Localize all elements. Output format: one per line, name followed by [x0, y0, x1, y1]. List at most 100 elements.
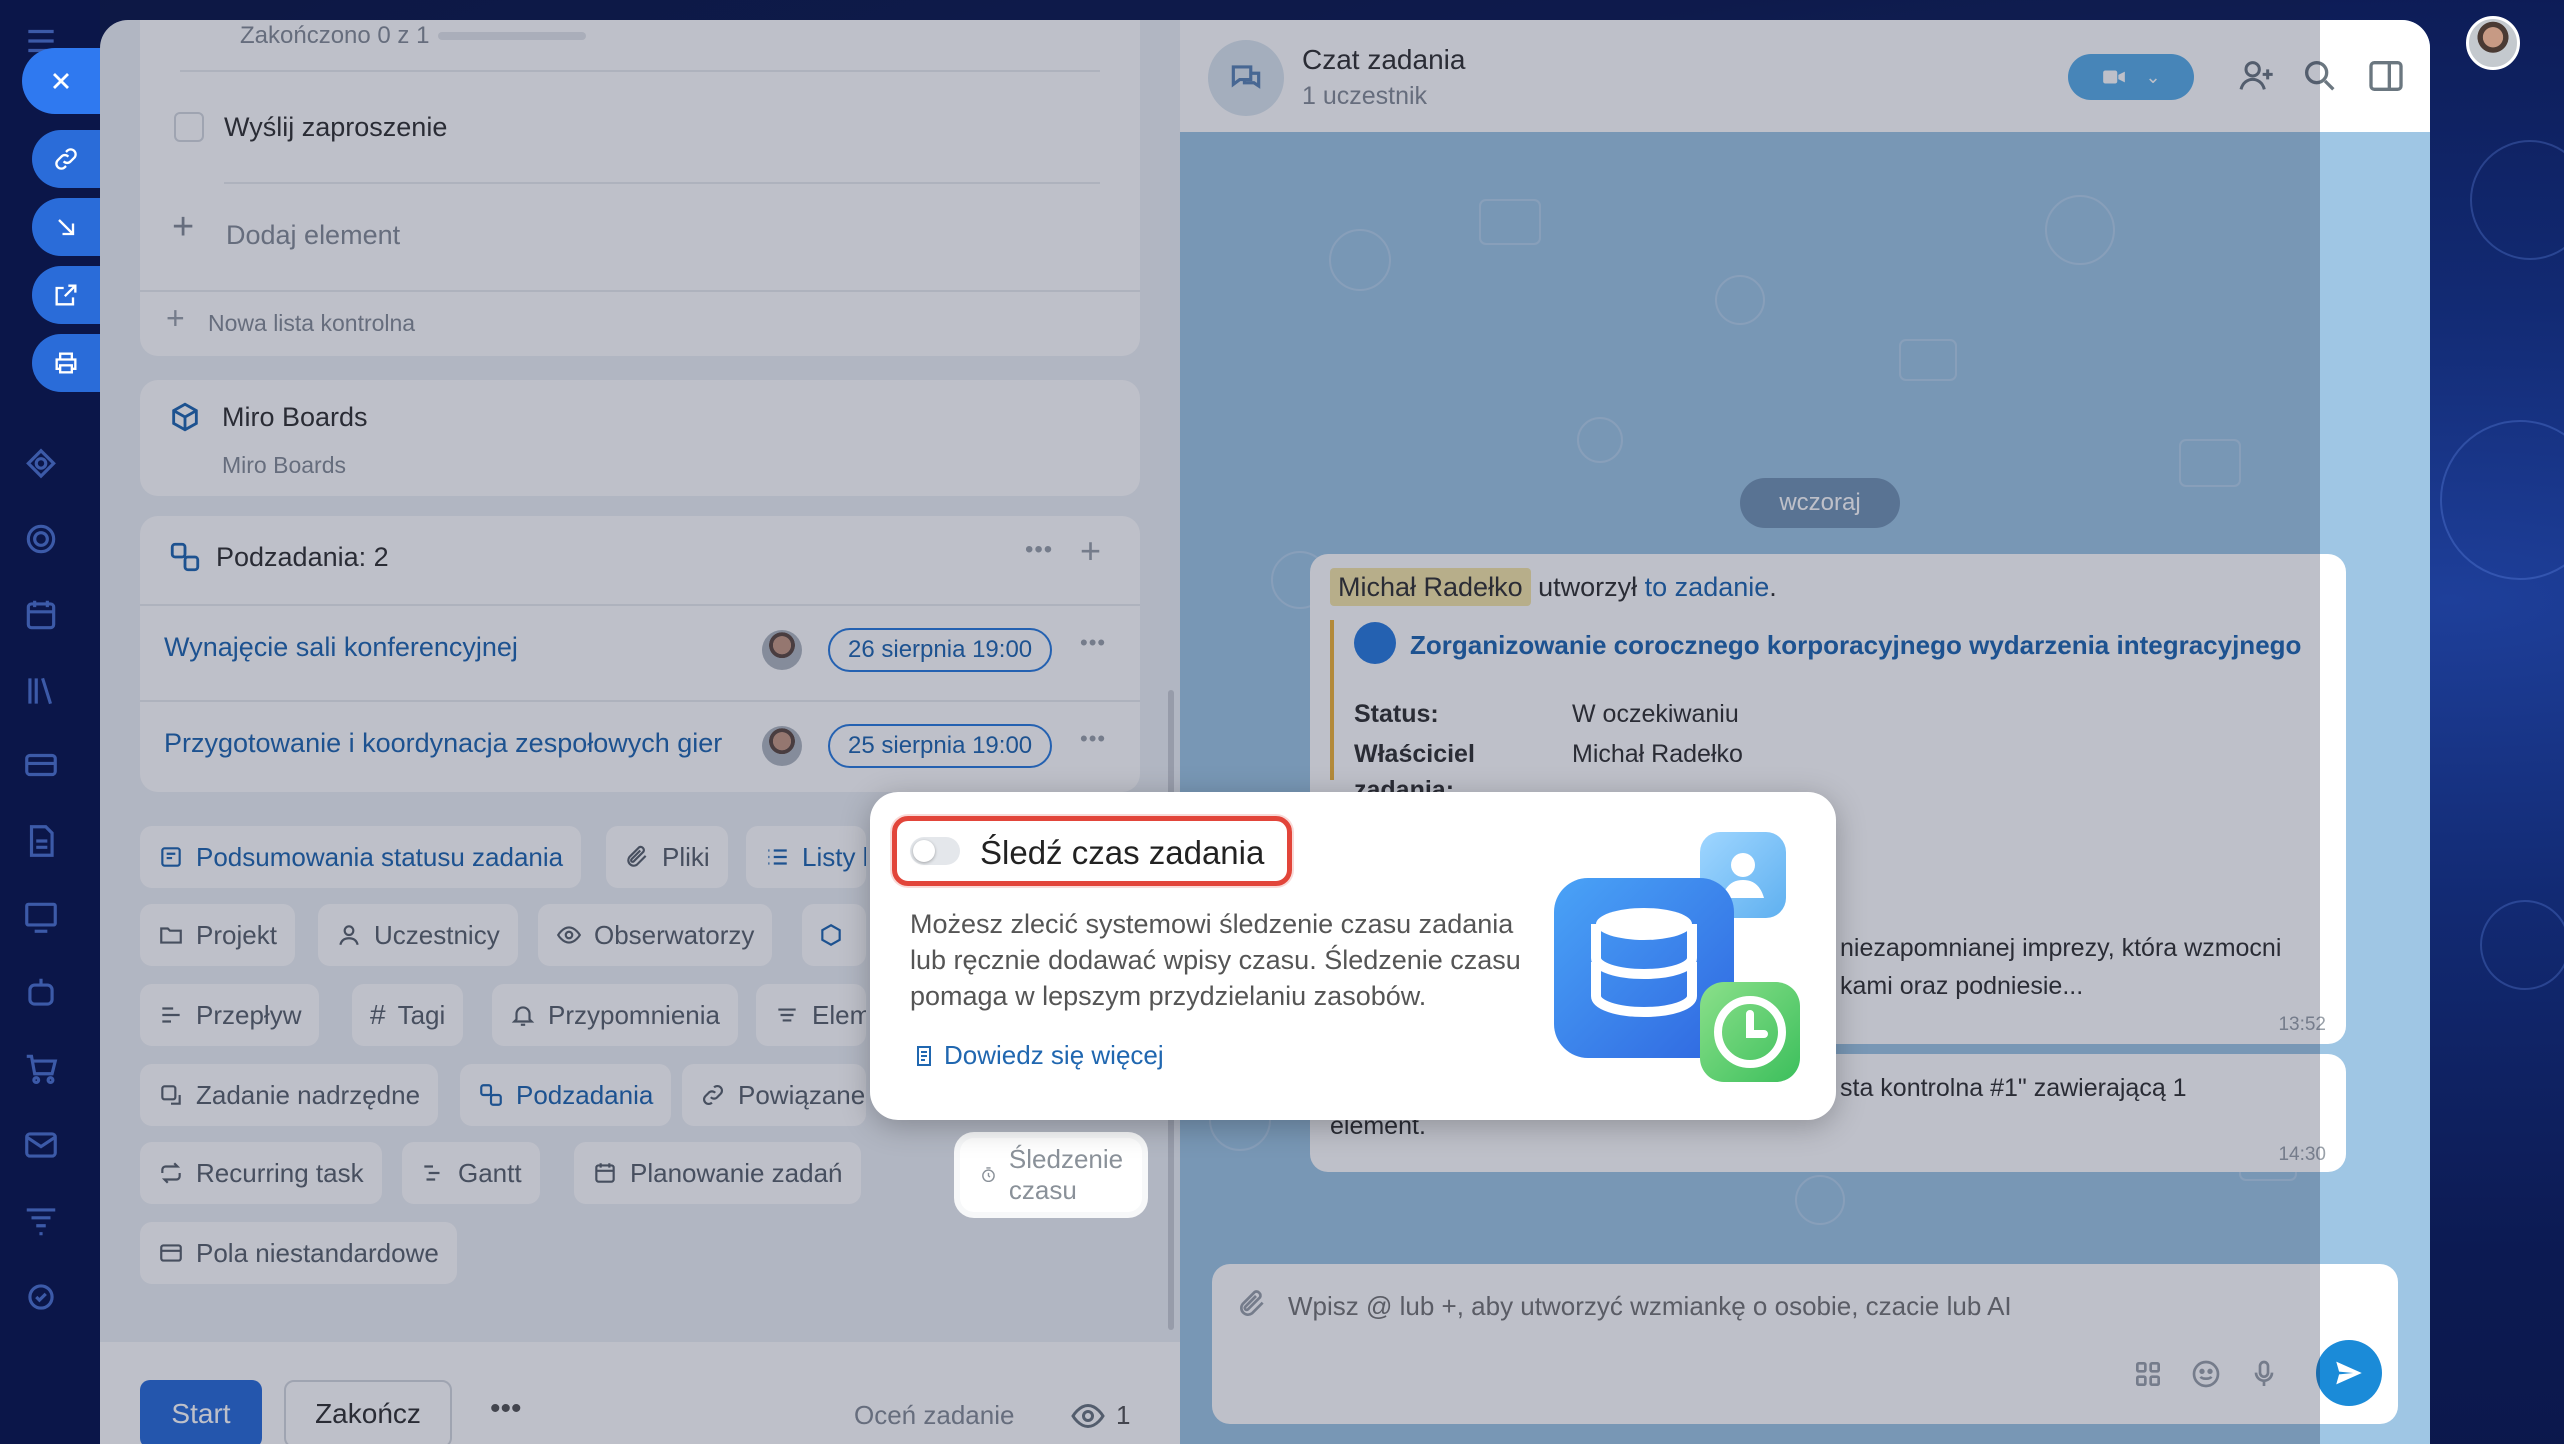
chat-participants-count[interactable]: 1 uczestnik — [1302, 82, 1427, 111]
chip-time-tracking[interactable]: Śledzenie czasu — [960, 1138, 1142, 1212]
popup-description: Możesz zlecić systemowi śledzenie czasu … — [910, 909, 1521, 1011]
owner-label: Właściciel — [1354, 740, 1475, 768]
subtasks-card: Podzadania: 2 ••• + Wynajęcie sali konfe… — [140, 516, 1140, 792]
sidebar-toggle-icon[interactable] — [2366, 56, 2406, 96]
calendar-icon[interactable] — [22, 596, 60, 634]
chip-observers[interactable]: Obserwatorzy — [538, 904, 773, 966]
subtask-link[interactable]: Wynajęcie sali konferencyjnej — [164, 632, 518, 663]
open-new-window-button[interactable] — [32, 266, 100, 324]
chip-parent-task[interactable]: Zadanie nadrzędne — [140, 1064, 439, 1126]
add-user-icon[interactable] — [2236, 56, 2276, 96]
library-icon[interactable] — [22, 672, 60, 710]
copy-link-button[interactable] — [32, 130, 100, 188]
chip-checklists[interactable]: Listy k — [746, 826, 866, 888]
microphone-icon[interactable] — [2248, 1358, 2280, 1390]
cart-icon[interactable] — [22, 1050, 60, 1088]
time-tracking-illustration — [1554, 832, 1800, 1082]
add-checklist-item-button[interactable]: Dodaj element — [226, 220, 400, 251]
board-icon[interactable] — [22, 898, 60, 936]
chip-custom-fields[interactable]: Pola niestandardowe — [140, 1222, 457, 1284]
checklist-progress-bar — [438, 32, 586, 40]
apps-grid-icon[interactable] — [2132, 1358, 2164, 1390]
subtask-more-button[interactable]: ••• — [1080, 630, 1106, 656]
message-input[interactable] — [1288, 1286, 2348, 1326]
chip-reminders[interactable]: Przypomnienia — [492, 984, 738, 1046]
robot-icon[interactable] — [22, 974, 60, 1012]
paperclip-icon[interactable] — [1236, 1288, 1268, 1320]
subtask-link[interactable]: Przygotowanie i koordynacja zespołowych … — [164, 728, 722, 759]
avatar[interactable] — [762, 726, 802, 766]
link-icon — [703, 1085, 723, 1105]
subtasks-more-button[interactable]: ••• — [1025, 536, 1053, 564]
user-profile-avatar[interactable] — [2466, 16, 2520, 70]
search-icon[interactable] — [2300, 56, 2340, 96]
task-link[interactable]: to zadanie — [1645, 572, 1770, 602]
target-icon[interactable] — [22, 520, 60, 558]
chip-status-summary[interactable]: Podsumowania statusu zadania — [140, 826, 582, 888]
subtask-deadline[interactable]: 26 sierpnia 19:00 — [828, 628, 1053, 672]
print-button[interactable] — [32, 334, 100, 392]
checklist-item-label[interactable]: Wyślij zaproszenie — [224, 112, 447, 143]
miro-boards-title[interactable]: Miro Boards — [222, 402, 368, 433]
chip-label: Podsumowania statusu zadania — [196, 841, 564, 872]
form-icon — [160, 1244, 182, 1262]
chip-flow[interactable]: Przepływ — [140, 984, 320, 1046]
divider — [180, 70, 1100, 72]
mail-icon[interactable] — [22, 1126, 60, 1164]
subtasks-icon — [480, 1084, 502, 1106]
document-icon[interactable] — [22, 822, 60, 860]
video-camera-icon — [2103, 70, 2126, 84]
video-call-button[interactable]: ⌄ — [2068, 54, 2194, 100]
settings-icon[interactable] — [22, 1278, 60, 1316]
calendar-icon — [595, 1163, 615, 1183]
chip-label: Przypomnienia — [548, 999, 720, 1030]
close-slider-button[interactable] — [22, 48, 100, 114]
checklist-card: Zakończono 0 z 1 Wyślij zaproszenie + Do… — [140, 20, 1140, 356]
message-author[interactable]: Michał Radełko — [1330, 568, 1531, 606]
chip-task-planning[interactable]: Planowanie zadań — [574, 1142, 861, 1204]
chip-miro[interactable] — [802, 904, 866, 966]
subtask-deadline[interactable]: 25 sierpnia 19:00 — [828, 724, 1053, 768]
plus-icon: + — [166, 300, 185, 336]
crm-icon[interactable] — [22, 446, 60, 484]
add-subtask-button[interactable]: + — [1080, 530, 1101, 572]
chip-participants[interactable]: Uczestnicy — [318, 904, 518, 966]
task-title-link[interactable]: Zorganizowanie corocznego korporacyjnego… — [1410, 630, 2301, 661]
owner-value[interactable]: Michał Radełko — [1572, 740, 1743, 769]
time-tracking-toggle[interactable] — [910, 837, 960, 865]
document-icon — [917, 1045, 931, 1066]
minimize-button[interactable] — [32, 198, 100, 256]
chip-recurring-task[interactable]: Recurring task — [140, 1142, 382, 1204]
list-icon — [768, 849, 787, 865]
popup-title[interactable]: Śledź czas zadania — [980, 834, 1264, 872]
chip-subtasks[interactable]: Podzadania — [460, 1064, 672, 1126]
chip-label: Recurring task — [196, 1157, 364, 1188]
chip-elements[interactable]: Elem — [756, 984, 866, 1046]
close-icon — [53, 73, 69, 89]
learn-more-link[interactable]: Dowiedz się więcej — [912, 1040, 1164, 1071]
chip-label: Planowanie zadań — [630, 1157, 843, 1188]
rate-task-button[interactable]: Oceń zadanie — [854, 1400, 1014, 1431]
task-chat-pane: Czat zadania 1 uczestnik ⌄ wczoraj Micha… — [1180, 20, 2430, 1444]
chip-project[interactable]: Projekt — [140, 904, 295, 966]
start-button[interactable]: Start — [140, 1380, 262, 1444]
checklist-item-checkbox[interactable] — [174, 112, 204, 142]
more-actions-button[interactable]: ••• — [490, 1392, 522, 1426]
finish-button[interactable]: Zakończ — [284, 1380, 452, 1444]
funnel-icon[interactable] — [22, 1202, 60, 1240]
chip-label: Projekt — [196, 919, 277, 950]
chip-gantt[interactable]: Gantt — [402, 1142, 540, 1204]
chip-tags[interactable]: # Tagi — [352, 984, 464, 1046]
subtask-more-button[interactable]: ••• — [1080, 726, 1106, 752]
emoji-icon[interactable] — [2190, 1358, 2222, 1390]
chip-related[interactable]: Powiązane — [682, 1064, 866, 1126]
new-checklist-button[interactable]: Nowa lista kontrolna — [208, 310, 415, 337]
paperclip-icon — [627, 845, 647, 867]
send-button[interactable] — [2316, 1340, 2382, 1406]
avatar[interactable] — [762, 630, 802, 670]
card-icon[interactable] — [22, 746, 60, 784]
chat-header: Czat zadania 1 uczestnik ⌄ — [1180, 20, 2430, 132]
chip-files[interactable]: Pliki — [606, 826, 728, 888]
flow-icon — [162, 1007, 180, 1023]
hash-icon: # — [370, 999, 386, 1030]
